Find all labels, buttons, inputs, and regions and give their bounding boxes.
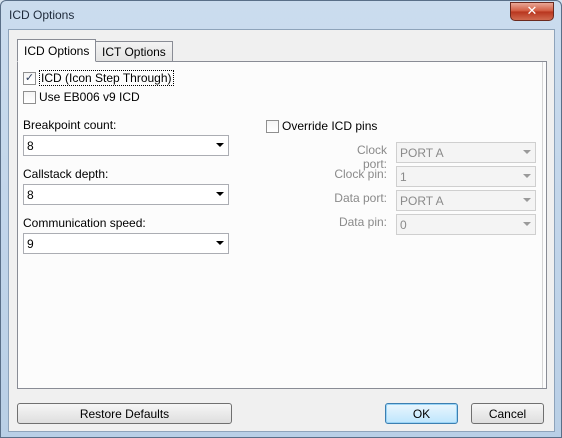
chevron-down-icon — [523, 150, 531, 154]
chevron-down-icon — [216, 192, 224, 196]
data-port-value: PORT A — [400, 193, 444, 208]
override-checkbox-row[interactable]: Override ICD pins — [266, 119, 377, 133]
override-checkbox-label: Override ICD pins — [282, 119, 378, 133]
callstack-depth-select[interactable]: 8 — [23, 184, 229, 205]
clock-pin-label: Clock pin: — [334, 167, 387, 181]
chevron-down-icon — [216, 241, 224, 245]
data-port-label: Data port: — [334, 191, 387, 205]
communication-speed-label: Communication speed: — [23, 216, 146, 230]
callstack-depth-label: Callstack depth: — [23, 167, 109, 181]
chevron-down-icon — [523, 174, 531, 178]
data-pin-select[interactable]: 0 — [396, 214, 536, 235]
data-port-select[interactable]: PORT A — [396, 190, 536, 211]
checkmark-icon: ✓ — [24, 71, 35, 84]
tab-ict-options[interactable]: ICT Options — [95, 41, 173, 61]
data-pin-label: Data pin: — [338, 215, 387, 229]
close-button[interactable]: ✕ — [510, 2, 554, 21]
communication-speed-select[interactable]: 9 — [23, 233, 229, 254]
tab-icd-options[interactable]: ICD Options — [17, 39, 97, 62]
clock-pin-value: 1 — [400, 169, 407, 184]
data-pin-value: 0 — [400, 217, 407, 232]
ok-button[interactable]: OK — [385, 403, 458, 424]
eb006-checkbox[interactable] — [23, 90, 36, 104]
breakpoint-count-label: Breakpoint count: — [23, 118, 117, 132]
dialog-client-area: ICD Options ICT Options ✓ ICD (Icon Step… — [8, 29, 555, 432]
eb006-checkbox-label: Use EB006 v9 ICD — [39, 90, 140, 104]
panel-divider — [542, 62, 546, 388]
tab-panel: ✓ ICD (Icon Step Through) Use EB006 v9 I… — [17, 61, 547, 389]
breakpoint-count-value: 8 — [27, 138, 34, 153]
icd-checkbox[interactable]: ✓ — [23, 71, 36, 85]
chevron-down-icon — [523, 222, 531, 226]
clock-port-value: PORT A — [400, 145, 444, 160]
chevron-down-icon — [216, 143, 224, 147]
window-title: ICD Options — [9, 8, 75, 22]
clock-pin-select[interactable]: 1 — [396, 166, 536, 187]
close-icon: ✕ — [526, 4, 538, 19]
cancel-button[interactable]: Cancel — [471, 403, 544, 424]
icd-checkbox-row[interactable]: ✓ ICD (Icon Step Through) — [23, 70, 174, 86]
restore-defaults-button[interactable]: Restore Defaults — [17, 403, 232, 424]
eb006-checkbox-row[interactable]: Use EB006 v9 ICD — [23, 90, 140, 104]
dialog-window: ICD Options ✕ ICD Options ICT Options ✓ … — [0, 0, 562, 438]
communication-speed-value: 9 — [27, 236, 34, 251]
icd-checkbox-label: ICD (Icon Step Through) — [39, 70, 174, 86]
callstack-depth-value: 8 — [27, 187, 34, 202]
chevron-down-icon — [523, 198, 531, 202]
clock-port-select[interactable]: PORT A — [396, 142, 536, 163]
override-checkbox[interactable] — [266, 119, 279, 133]
breakpoint-count-select[interactable]: 8 — [23, 135, 229, 156]
